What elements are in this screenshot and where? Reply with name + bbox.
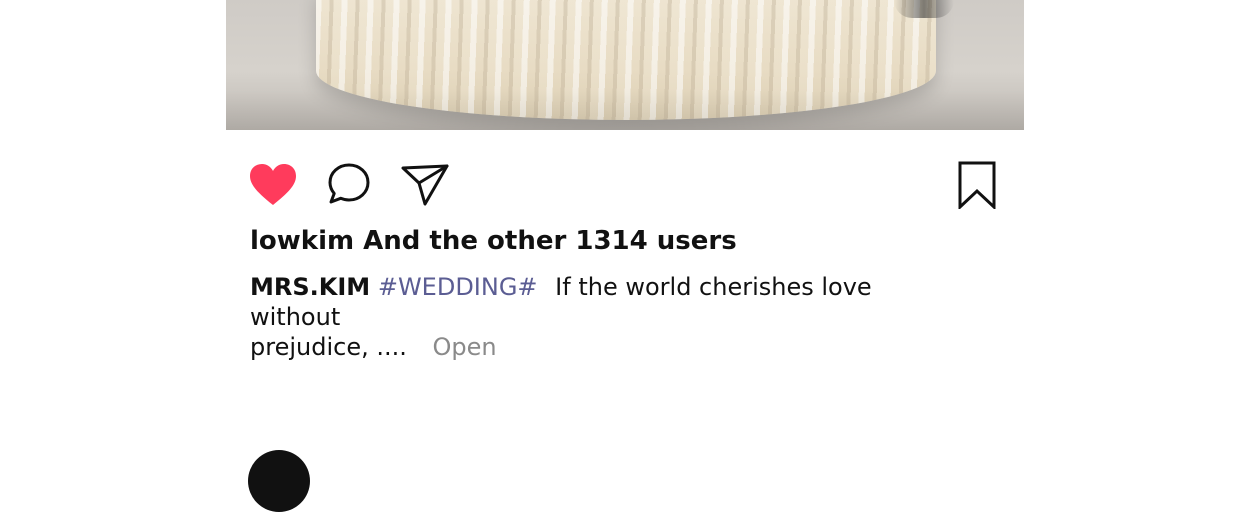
likes-summary[interactable]: lowkim And the other 1314 users	[250, 226, 737, 256]
bookmark-icon	[958, 161, 996, 209]
photo-shadow-detail	[894, 0, 954, 18]
heart-filled-icon	[250, 164, 296, 205]
post-action-bar	[226, 160, 1024, 210]
avatar[interactable]	[248, 450, 310, 512]
caption-text-line2: prejudice, ....	[250, 333, 407, 361]
post-photo[interactable]	[226, 0, 1024, 130]
post-caption: MRS.KIM #WEDDING# If the world cherishes…	[250, 272, 930, 362]
photo-floor-shade	[226, 90, 1024, 130]
like-button[interactable]	[248, 160, 298, 210]
caption-author[interactable]: MRS.KIM	[250, 273, 370, 301]
comment-button[interactable]	[324, 160, 374, 210]
share-button[interactable]	[400, 160, 450, 210]
send-paper-plane-icon	[401, 164, 449, 206]
caption-open-link[interactable]: Open	[433, 333, 497, 361]
bookmark-button[interactable]	[952, 160, 1002, 210]
post-card: lowkim And the other 1314 users MRS.KIM …	[226, 0, 1024, 512]
caption-hashtag[interactable]: #WEDDING#	[378, 273, 538, 301]
comment-bubble-icon	[328, 163, 370, 204]
